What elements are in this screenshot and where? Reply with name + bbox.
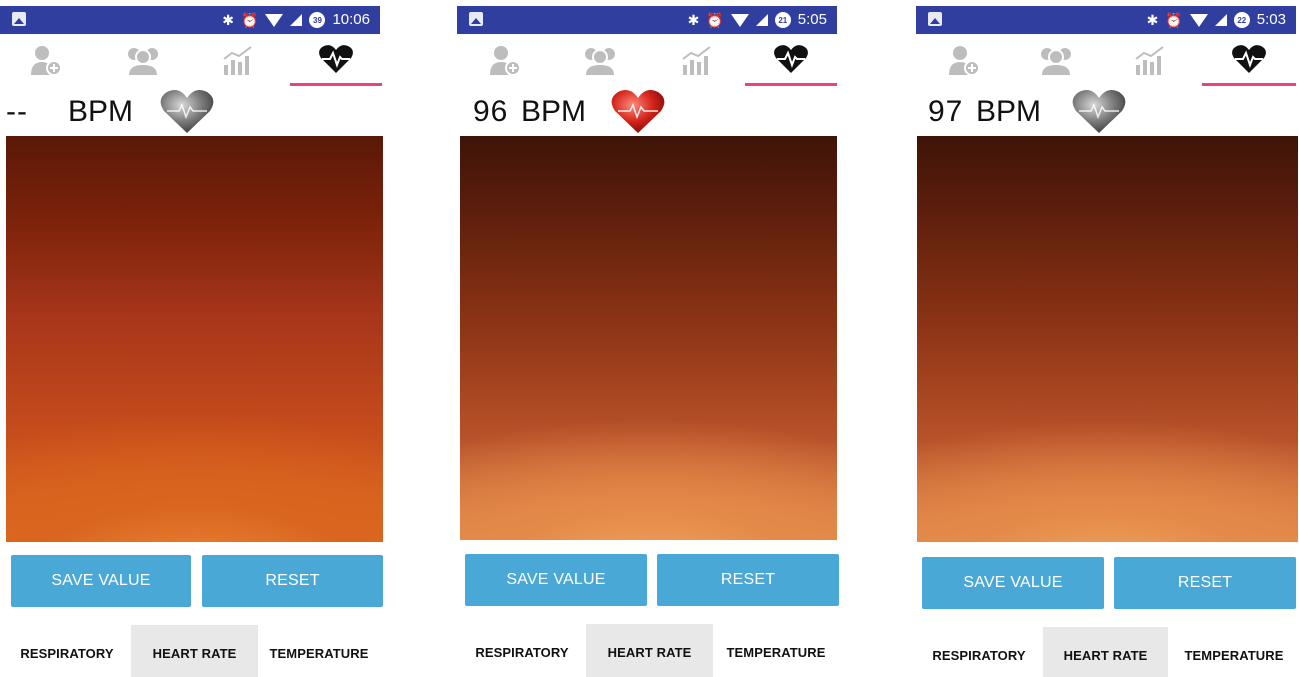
gallery-notification-icon bbox=[469, 12, 483, 26]
tab-add-user[interactable] bbox=[465, 34, 545, 86]
camera-preview bbox=[917, 136, 1298, 542]
save-value-button[interactable]: SAVE VALUE bbox=[922, 557, 1104, 609]
bpm-unit: BPM bbox=[521, 95, 587, 128]
phone-screen-1: ✱ ⏰ 39 10:06 -- BPM SAVE VALUE RESET RES… bbox=[0, 6, 383, 677]
signal-icon bbox=[1214, 14, 1227, 26]
tab-add-user[interactable] bbox=[924, 34, 1004, 86]
heart-pulse-icon bbox=[1232, 44, 1266, 73]
nav-temperature[interactable]: TEMPERATURE bbox=[260, 625, 378, 677]
nav-heart-rate[interactable]: HEART RATE bbox=[1043, 627, 1168, 677]
tab-group[interactable] bbox=[560, 34, 640, 86]
heart-pulse-icon bbox=[774, 44, 808, 73]
battery-icon: 22 bbox=[1233, 12, 1250, 28]
group-icon bbox=[1041, 48, 1071, 75]
top-tab-bar bbox=[457, 34, 837, 86]
status-time: 5:03 bbox=[1256, 11, 1286, 28]
tab-heart-rate[interactable] bbox=[290, 34, 382, 86]
bottom-nav: RESPIRATORY HEART RATE TEMPERATURE bbox=[457, 624, 837, 677]
bar-chart-icon bbox=[682, 46, 711, 75]
alarm-icon: ⏰ bbox=[241, 12, 259, 28]
battery-icon: 39 bbox=[309, 12, 326, 28]
top-tab-bar bbox=[916, 34, 1296, 86]
nav-heart-rate[interactable]: HEART RATE bbox=[586, 624, 713, 677]
group-icon bbox=[585, 48, 615, 75]
wifi-icon bbox=[730, 13, 749, 27]
nav-respiratory[interactable]: RESPIRATORY bbox=[8, 625, 126, 677]
nav-respiratory[interactable]: RESPIRATORY bbox=[463, 624, 581, 677]
phone-screen-2: ✱ ⏰ 21 5:05 96 BPM SAVE VALUE RESET RESP… bbox=[457, 6, 839, 677]
bpm-value: 96 bbox=[473, 95, 509, 128]
heart-gray-icon bbox=[160, 90, 214, 133]
heart-pulse-icon bbox=[319, 44, 353, 73]
bluetooth-icon: ✱ bbox=[222, 12, 235, 28]
bpm-unit: BPM bbox=[976, 95, 1042, 128]
tab-group[interactable] bbox=[1016, 34, 1096, 86]
heart-gray-icon bbox=[1072, 90, 1126, 133]
status-time: 5:05 bbox=[797, 11, 827, 28]
nav-temperature[interactable]: TEMPERATURE bbox=[1172, 627, 1296, 677]
heart-rate-readout: 97 BPM bbox=[916, 88, 1296, 136]
add-user-icon bbox=[949, 46, 980, 76]
gallery-notification-icon bbox=[12, 12, 26, 26]
wifi-icon bbox=[1189, 13, 1208, 27]
tab-heart-rate[interactable] bbox=[745, 34, 837, 86]
bpm-value: -- bbox=[6, 95, 28, 128]
camera-preview bbox=[460, 136, 837, 540]
bottom-nav: RESPIRATORY HEART RATE TEMPERATURE bbox=[916, 627, 1296, 677]
alarm-icon: ⏰ bbox=[706, 12, 724, 28]
heart-rate-readout: 96 BPM bbox=[457, 88, 837, 136]
wifi-icon bbox=[265, 13, 284, 27]
camera-preview bbox=[6, 136, 383, 542]
tab-statistics[interactable] bbox=[657, 34, 737, 86]
tab-statistics[interactable] bbox=[198, 34, 278, 86]
nav-respiratory[interactable]: RESPIRATORY bbox=[920, 627, 1038, 677]
status-time: 10:06 bbox=[332, 11, 370, 28]
bpm-value: 97 bbox=[928, 95, 964, 128]
bar-chart-icon bbox=[1135, 46, 1164, 75]
bottom-nav: RESPIRATORY HEART RATE TEMPERATURE bbox=[0, 625, 380, 677]
bpm-unit: BPM bbox=[68, 95, 134, 128]
bluetooth-icon: ✱ bbox=[1146, 12, 1159, 28]
bar-chart-icon bbox=[223, 46, 252, 75]
status-bar: ✱ ⏰ 21 5:05 bbox=[457, 6, 837, 34]
tab-statistics[interactable] bbox=[1110, 34, 1190, 86]
status-bar: ✱ ⏰ 39 10:06 bbox=[0, 6, 380, 34]
signal-icon bbox=[290, 14, 303, 26]
alarm-icon: ⏰ bbox=[1165, 12, 1183, 28]
tab-add-user[interactable] bbox=[8, 34, 83, 86]
add-user-icon bbox=[490, 46, 521, 76]
add-user-icon bbox=[30, 46, 62, 76]
top-tab-bar bbox=[0, 34, 382, 86]
save-value-button[interactable]: SAVE VALUE bbox=[11, 555, 191, 607]
tab-heart-rate[interactable] bbox=[1202, 34, 1296, 86]
bluetooth-icon: ✱ bbox=[687, 12, 700, 28]
heart-rate-readout: -- BPM bbox=[0, 88, 380, 136]
signal-icon bbox=[755, 14, 768, 26]
tab-group[interactable] bbox=[103, 34, 183, 86]
gallery-notification-icon bbox=[928, 12, 942, 26]
group-icon bbox=[128, 48, 158, 75]
reset-button[interactable]: RESET bbox=[657, 554, 839, 606]
status-bar: ✱ ⏰ 22 5:03 bbox=[916, 6, 1296, 34]
screenshot-stage: ✱ ⏰ 39 10:06 -- BPM SAVE VALUE RESET RES… bbox=[0, 0, 1299, 677]
nav-heart-rate[interactable]: HEART RATE bbox=[131, 625, 258, 677]
save-value-button[interactable]: SAVE VALUE bbox=[465, 554, 647, 606]
phone-screen-3: ✱ ⏰ 22 5:03 97 BPM SAVE VALUE RESET RESP… bbox=[916, 6, 1298, 677]
heart-red-icon bbox=[611, 90, 665, 133]
reset-button[interactable]: RESET bbox=[202, 555, 383, 607]
nav-temperature[interactable]: TEMPERATURE bbox=[715, 624, 837, 677]
reset-button[interactable]: RESET bbox=[1114, 557, 1296, 609]
battery-icon: 21 bbox=[774, 12, 791, 28]
